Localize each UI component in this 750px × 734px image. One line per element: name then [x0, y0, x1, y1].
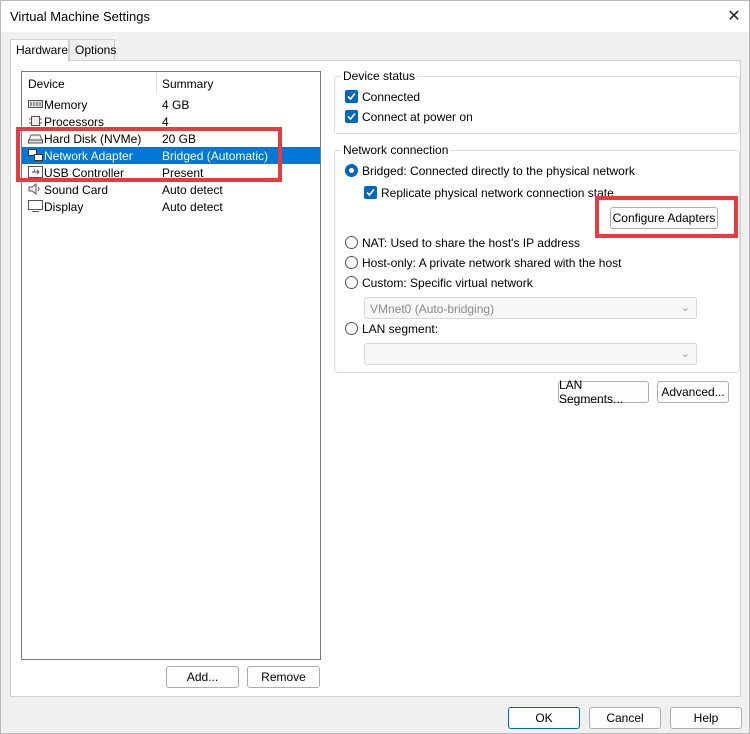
tab-options-label: Options	[75, 43, 117, 57]
close-icon: ✕	[727, 8, 741, 25]
device-summary: 4 GB	[162, 98, 190, 112]
device-row-display[interactable]: Display Auto detect	[22, 198, 320, 215]
connect-at-power-on-checkbox[interactable]	[345, 110, 358, 123]
network-connection-group: Network connection Bridged: Connected di…	[334, 143, 740, 373]
tab-hardware-label: Hardware	[16, 43, 69, 57]
tab-options[interactable]: Options	[69, 39, 117, 61]
custom-label[interactable]: Custom: Specific virtual network	[362, 276, 533, 290]
device-summary: Bridged (Automatic)	[162, 149, 269, 163]
lan-segments-button[interactable]: LAN Segments...	[558, 378, 649, 406]
device-summary: Present	[162, 166, 204, 180]
speaker-icon	[28, 183, 40, 195]
checkmark-icon	[347, 92, 356, 101]
device-row-memory[interactable]: Memory 4 GB	[22, 96, 320, 113]
custom-network-select[interactable]: VMnet0 (Auto-bridging) ⌄	[364, 297, 697, 319]
lan-segment-label[interactable]: LAN segment:	[362, 322, 438, 336]
column-separator[interactable]	[156, 72, 157, 94]
column-header-device[interactable]: Device	[28, 77, 65, 91]
configure-adapters-button[interactable]: Configure Adapters	[610, 207, 718, 229]
replicate-state-label[interactable]: Replicate physical network connection st…	[381, 186, 614, 200]
device-name: Sound Card	[44, 183, 109, 197]
nat-radio[interactable]	[345, 236, 358, 249]
device-status-title: Device status	[341, 69, 418, 83]
device-name: Hard Disk (NVMe)	[44, 132, 142, 146]
device-list-header: Device Summary	[22, 72, 320, 94]
network-connection-title: Network connection	[341, 143, 451, 157]
display-icon	[28, 200, 43, 212]
advanced-button[interactable]: Advanced...	[657, 381, 729, 403]
ok-button[interactable]: OK	[508, 707, 580, 729]
connected-label[interactable]: Connected	[362, 90, 420, 104]
device-row-sound-card[interactable]: Sound Card Auto detect	[22, 181, 320, 198]
column-header-summary[interactable]: Summary	[162, 77, 213, 91]
chevron-down-icon: ⌄	[680, 348, 690, 360]
network-adapter-icon	[28, 149, 43, 161]
device-summary: Auto detect	[162, 183, 223, 197]
cancel-button[interactable]: Cancel	[589, 707, 661, 729]
nat-label[interactable]: NAT: Used to share the host's IP address	[362, 236, 580, 250]
device-name: Display	[44, 200, 84, 214]
device-list[interactable]: Device Summary Memory 4 GB Processors 4 …	[21, 71, 321, 660]
title-bar: Virtual Machine Settings ✕	[1, 1, 749, 32]
device-row-processors[interactable]: Processors 4	[22, 113, 320, 130]
device-row-hard-disk[interactable]: Hard Disk (NVMe) 20 GB	[22, 130, 320, 147]
device-name: Processors	[44, 115, 105, 129]
add-button[interactable]: Add...	[166, 666, 239, 688]
checkmark-icon	[347, 112, 356, 121]
hard-disk-icon	[28, 134, 43, 144]
chevron-down-icon: ⌄	[680, 302, 690, 314]
device-name: Network Adapter	[44, 149, 133, 163]
usb-icon	[28, 166, 43, 178]
close-button[interactable]: ✕	[719, 1, 749, 31]
device-row-network-adapter[interactable]: Network Adapter Bridged (Automatic)	[22, 147, 320, 164]
host-only-radio[interactable]	[345, 256, 358, 269]
lan-segment-radio[interactable]	[345, 322, 358, 335]
device-summary: Auto detect	[162, 200, 223, 214]
memory-icon	[28, 100, 43, 108]
host-only-label[interactable]: Host-only: A private network shared with…	[362, 256, 621, 270]
tab-hardware[interactable]: Hardware	[10, 39, 69, 62]
virtual-machine-settings-window: Virtual Machine Settings ✕ Hardware Opti…	[0, 0, 750, 734]
bridged-label[interactable]: Bridged: Connected directly to the physi…	[362, 164, 635, 178]
checkmark-icon	[366, 188, 375, 197]
connect-at-power-on-label[interactable]: Connect at power on	[362, 110, 473, 124]
device-name: USB Controller	[44, 166, 125, 180]
processor-icon	[29, 116, 42, 126]
connected-checkbox[interactable]	[345, 90, 358, 103]
lan-segment-select[interactable]: ⌄	[364, 343, 697, 365]
replicate-state-checkbox[interactable]	[364, 186, 377, 199]
custom-network-value: VMnet0 (Auto-bridging)	[370, 302, 495, 316]
window-title: Virtual Machine Settings	[10, 9, 150, 24]
device-name: Memory	[44, 98, 88, 112]
device-status-group: Device status Connected Connect at power…	[334, 69, 740, 134]
device-summary: 20 GB	[162, 132, 197, 146]
device-summary: 4	[162, 115, 169, 129]
remove-button[interactable]: Remove	[247, 666, 320, 688]
custom-radio[interactable]	[345, 276, 358, 289]
device-row-usb-controller[interactable]: USB Controller Present	[22, 164, 320, 181]
bridged-radio[interactable]	[345, 164, 358, 177]
help-button[interactable]: Help	[670, 707, 742, 729]
